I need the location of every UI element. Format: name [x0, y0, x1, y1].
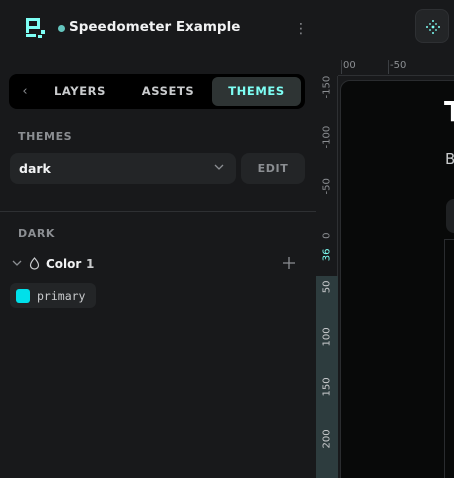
chevron-down-icon[interactable]	[12, 258, 22, 268]
board-element[interactable]	[446, 199, 454, 233]
ruler-label: 00	[343, 60, 356, 71]
themes-section-title: THEMES	[18, 130, 73, 143]
app-logo-icon[interactable]	[25, 17, 47, 39]
more-options-icon[interactable]: ⋮	[294, 19, 308, 39]
tab-layers[interactable]: LAYERS	[47, 77, 113, 106]
ruler-label: 50	[321, 280, 333, 294]
ruler-label: 0	[321, 232, 333, 239]
tab-assets[interactable]: ASSETS	[134, 77, 202, 106]
ruler-label: -150	[321, 75, 333, 99]
canvas-viewport[interactable]: 00 -50 -150 -100 -50 0 36 50 100 150 200…	[316, 0, 454, 478]
add-icon[interactable]	[282, 256, 296, 270]
left-sidebar: Speedometer Example ⋮ ‹ LAYERS ASSETS TH…	[0, 0, 316, 478]
ruler-label: -50	[321, 178, 333, 195]
ruler-position-label: 36	[321, 248, 333, 262]
theme-select-value: dark	[19, 161, 51, 176]
chevron-left-icon[interactable]: ‹	[15, 74, 35, 109]
ruler-corner	[316, 58, 338, 76]
project-name[interactable]: Speedometer Example	[69, 19, 240, 35]
ruler-label: 150	[321, 377, 333, 397]
section-divider	[0, 211, 316, 212]
ruler-label: 100	[321, 327, 333, 347]
project-header: Speedometer Example ⋮	[0, 0, 316, 58]
color-swatch	[16, 289, 30, 303]
chevron-down-icon	[214, 164, 224, 170]
tab-themes[interactable]: THEMES	[212, 77, 301, 106]
status-dot	[58, 25, 65, 32]
board-title: T	[444, 95, 454, 128]
ruler-tick	[388, 60, 389, 74]
token-group-color[interactable]: Color 1	[0, 253, 316, 275]
color-drop-icon	[29, 257, 40, 270]
ruler-label: -50	[390, 60, 407, 71]
edit-theme-button[interactable]: EDIT	[241, 153, 305, 184]
theme-detail-title: DARK	[18, 227, 56, 240]
token-pill[interactable]: primary	[10, 283, 96, 308]
move-tool-icon	[426, 20, 440, 34]
theme-select[interactable]: dark	[10, 153, 236, 184]
board-frame[interactable]: T B	[340, 80, 454, 478]
ruler-tick	[341, 60, 342, 74]
token-group-name: Color	[46, 257, 82, 271]
sidebar-tabs: ‹ LAYERS ASSETS THEMES	[9, 74, 305, 109]
ruler-label: -100	[321, 125, 333, 149]
board-subtitle: B	[445, 150, 454, 168]
ruler-label: 200	[321, 429, 333, 449]
vertical-ruler[interactable]: -150 -100 -50 0 36 50 100 150 200	[316, 76, 338, 478]
board-container[interactable]	[444, 239, 454, 478]
horizontal-ruler[interactable]: 00 -50	[338, 58, 454, 76]
token-name: primary	[37, 289, 86, 303]
token-group-count: 1	[86, 257, 95, 271]
move-tool-button[interactable]	[415, 9, 449, 43]
